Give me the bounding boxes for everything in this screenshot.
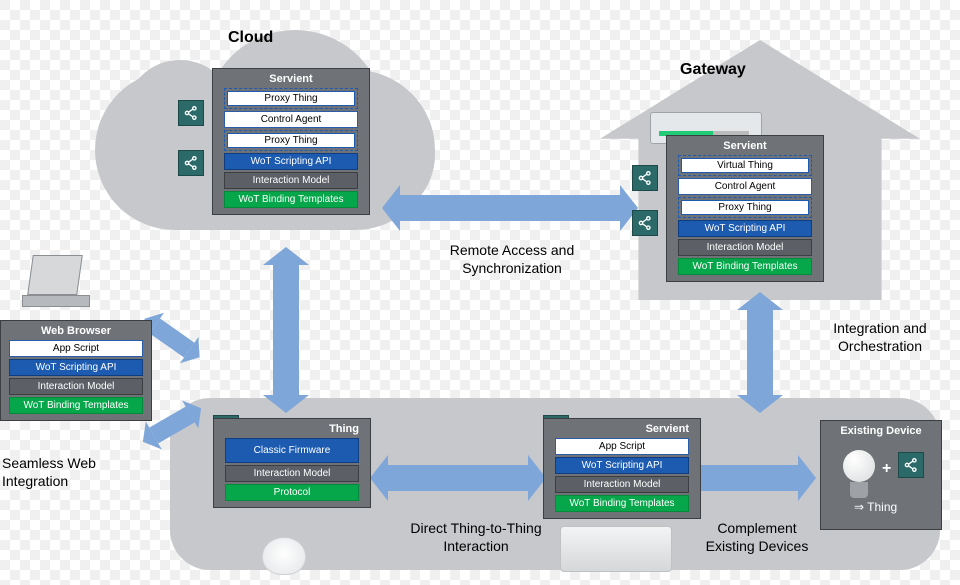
plus-sign: +: [882, 460, 891, 478]
cloud-api: WoT Scripting API: [224, 153, 358, 170]
td-icon: [632, 165, 658, 191]
lightbulb-icon: [843, 450, 875, 498]
browser-api: WoT Scripting API: [9, 359, 143, 376]
thing-im: Interaction Model: [225, 465, 359, 482]
remote-label: Remote Access and Synchronization: [432, 242, 592, 277]
gw-title: Servient: [670, 140, 820, 152]
cloud-proxy1: Proxy Thing: [227, 91, 355, 106]
cloud-label: Cloud: [228, 28, 273, 48]
cloud-control: Control Agent: [224, 111, 358, 128]
dev-api: WoT Scripting API: [555, 457, 689, 474]
browser-bind: WoT Binding Templates: [9, 397, 143, 414]
gw-im: Interaction Model: [678, 239, 812, 256]
thing-title: Thing: [217, 423, 367, 435]
thing-fw: Classic Firmware: [225, 438, 359, 463]
cloud-bind: WoT Binding Templates: [224, 191, 358, 208]
cloud-servient-box: Servient Proxy Thing Control Agent Proxy…: [212, 68, 370, 215]
gw-virtual: Virtual Thing: [681, 158, 809, 173]
integration-label: Integration and Orchestration: [820, 320, 940, 355]
td-icon: [178, 150, 204, 176]
gateway-label: Gateway: [680, 60, 746, 80]
direct-label: Direct Thing-to-Thing Interaction: [406, 520, 546, 555]
complement-label: Complement Existing Devices: [692, 520, 822, 555]
cloud-proxy2: Proxy Thing: [227, 133, 355, 148]
ac-unit-icon: [560, 526, 672, 572]
thing-box: Thing Classic Firmware Interaction Model…: [213, 418, 371, 508]
existing-title: Existing Device: [824, 425, 938, 437]
td-icon: [898, 452, 924, 478]
gw-control: Control Agent: [678, 178, 812, 195]
td-icon: [178, 100, 204, 126]
gateway-servient-box: Servient Virtual Thing Control Agent Pro…: [666, 135, 824, 282]
arrow-gateway-devices: [747, 310, 773, 395]
web-browser-box: Web Browser App Script WoT Scripting API…: [0, 320, 152, 421]
arrow-browser-cloud: [150, 319, 195, 358]
dev-app: App Script: [555, 438, 689, 455]
implies-thing: ⇒ Thing: [854, 500, 897, 514]
cloud-servient-title: Servient: [216, 73, 366, 85]
cloud-im: Interaction Model: [224, 172, 358, 189]
td-icon: [632, 210, 658, 236]
dev-bind: WoT Binding Templates: [555, 495, 689, 512]
seamless-label: Seamless Web Integration: [2, 455, 132, 490]
thing-proto: Protocol: [225, 484, 359, 501]
browser-title: Web Browser: [4, 325, 148, 337]
arrow-servient-existing: [698, 465, 798, 491]
arrow-cloud-thing: [273, 265, 299, 395]
gw-bind: WoT Binding Templates: [678, 258, 812, 275]
gw-proxy: Proxy Thing: [681, 200, 809, 215]
browser-im: Interaction Model: [9, 378, 143, 395]
arrow-thing-servient: [388, 465, 528, 491]
device-servient-box: Servient App Script WoT Scripting API In…: [543, 418, 701, 519]
gw-api: WoT Scripting API: [678, 220, 812, 237]
dev-title: Servient: [547, 423, 697, 435]
arrow-cloud-gateway: [400, 195, 620, 221]
dev-im: Interaction Model: [555, 476, 689, 493]
laptop-icon: [22, 255, 88, 309]
browser-app: App Script: [9, 340, 143, 357]
sensor-icon: [262, 537, 306, 575]
